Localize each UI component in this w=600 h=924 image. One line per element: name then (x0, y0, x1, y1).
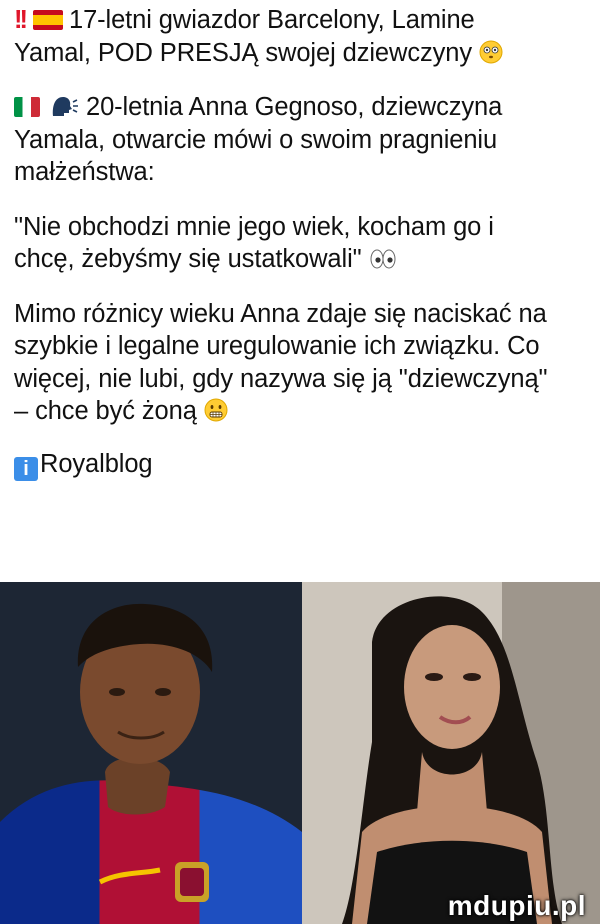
body-line-1: Mimo różnicy wieku Anna zdaje się nacisk… (14, 299, 547, 328)
quote-line-1: "Nie obchodzi mnie jego wiek, kocham go … (14, 212, 494, 241)
watermark: mdupiu.pl (447, 890, 586, 921)
flushed-face-icon (479, 40, 503, 63)
eyes-icon (370, 249, 396, 269)
quote-line-2: chcę, żebyśmy się ustatkowali" (14, 245, 362, 273)
source-line: i Royalblog (14, 448, 594, 481)
post-text: !! 17-letni gwiazdor Barcelony, Lamine Ya… (14, 0, 594, 503)
body-line-2: szybkie i legalne uregulowanie ich związ… (14, 332, 540, 360)
player-photo (0, 582, 302, 924)
photo-collage: mdupiu.pl (0, 582, 600, 924)
source-label: Royalblog (40, 449, 153, 478)
speaking-head-icon (52, 97, 78, 116)
information-icon: i (14, 456, 38, 481)
grimacing-face-icon (204, 398, 228, 422)
girlfriend-illustration (302, 582, 600, 924)
girlfriend-photo (302, 582, 600, 924)
body-line-4: – chce być żoną (14, 397, 197, 425)
quote-intro-line-3: małżeństwa: (14, 158, 155, 186)
player-illustration (0, 582, 302, 924)
spain-flag-icon (32, 10, 63, 30)
quote-intro-line-1: 20-letnia Anna Gegnoso, dziewczyna (86, 93, 503, 121)
quote-intro-line-2: Yamala, otwarcie mówi o swoim pragnieniu (14, 125, 498, 154)
italy-flag-icon (14, 97, 40, 117)
headline-line-2: Yamal, POD PRESJĄ swojej dziewczyny (14, 38, 473, 67)
double-exclamation-icon: !! (14, 6, 28, 34)
headline-line-1: 17-letni gwiazdor Barcelony, Lamine (68, 6, 475, 34)
paragraph-quote-intro: 20-letnia Anna Gegnoso, dziewczyna Yamal… (14, 91, 594, 189)
body-line-3: więcej, nie lubi, gdy nazywa się ją "dzi… (14, 364, 548, 393)
paragraph-body: Mimo różnicy wieku Anna zdaje się nacisk… (14, 298, 594, 428)
paragraph-quote: "Nie obchodzi mnie jego wiek, kocham go … (14, 211, 594, 276)
paragraph-headline: !! 17-letni gwiazdor Barcelony, Lamine Ya… (14, 4, 594, 69)
